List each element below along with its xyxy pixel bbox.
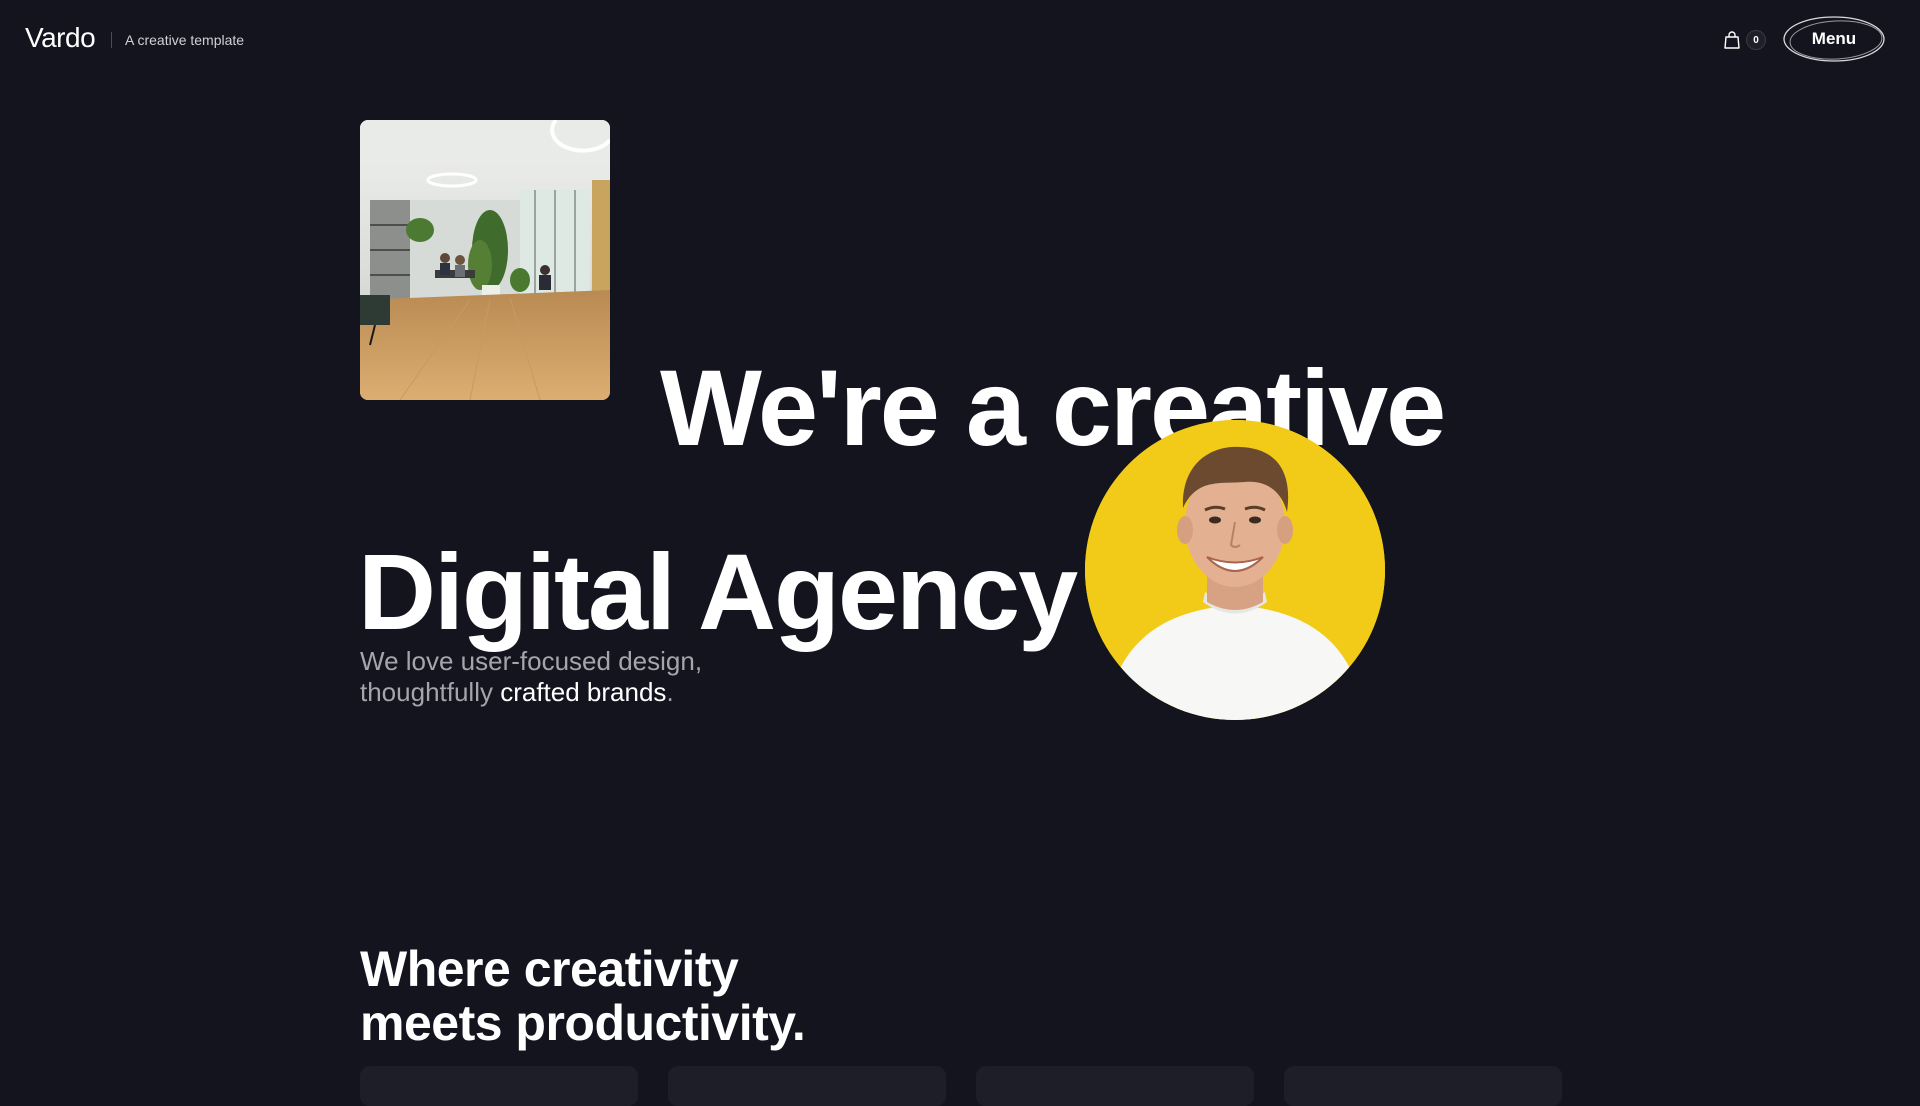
- hero-lead-text: We love user-focused design, thoughtfull…: [360, 646, 702, 708]
- office-photo: [360, 120, 610, 400]
- headline-line-1: We're a creative: [660, 347, 1446, 469]
- feature-card[interactable]: [1284, 1066, 1562, 1106]
- tagline: A creative template: [125, 32, 245, 48]
- feature-card[interactable]: [976, 1066, 1254, 1106]
- section-title: Where creativity meets productivity.: [360, 940, 806, 1051]
- lead-line-1: We love user-focused design,: [360, 646, 703, 676]
- feature-card[interactable]: [360, 1066, 638, 1106]
- lead-line-2: thoughtfully: [360, 677, 501, 707]
- menu-button[interactable]: Menu: [1782, 14, 1886, 64]
- section-title-line-1: Where creativity: [360, 940, 739, 997]
- site-header: Vardo A creative template 0 Menu: [0, 0, 1920, 80]
- shopping-bag-icon: [1724, 31, 1740, 49]
- logo[interactable]: Vardo: [25, 22, 96, 54]
- lead-end: .: [666, 677, 674, 707]
- lead-highlight: crafted brands: [500, 677, 667, 707]
- section-title-line-2: meets productivity.: [360, 994, 806, 1051]
- team-member-avatar: [1085, 420, 1385, 720]
- logo-divider: [111, 32, 112, 48]
- menu-label: Menu: [1811, 29, 1857, 48]
- feature-cards: [360, 1066, 1562, 1106]
- headline-line-2: Digital Agency: [358, 531, 1078, 653]
- cart-count-badge: 0: [1746, 30, 1766, 50]
- feature-card[interactable]: [668, 1066, 946, 1106]
- cart-button[interactable]: 0: [1722, 28, 1772, 52]
